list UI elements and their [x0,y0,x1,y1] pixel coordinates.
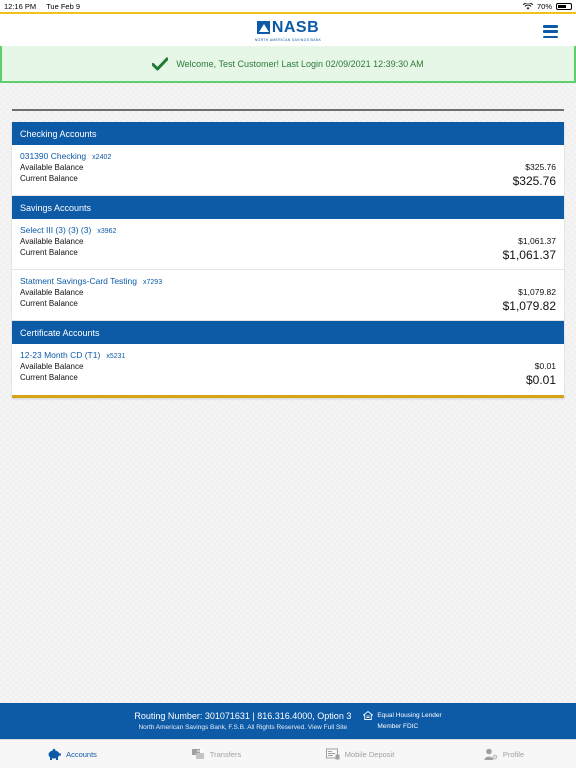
account-mask: x5231 [106,353,126,360]
equal-housing-row: Equal Housing Lender [363,710,442,721]
wifi-icon [522,2,533,9]
menu-bar [543,25,558,28]
section-header-savings: Savings Accounts [12,196,564,219]
status-time: 12:16 PM [4,1,37,11]
logo-text: NASB [271,18,320,36]
tab-accounts[interactable]: Accounts [0,748,144,760]
current-balance-value: $0.01 [525,373,556,387]
footer-main: Routing Number: 301071631 | 816.316.4000… [134,711,351,731]
account-mask: x2402 [92,154,112,161]
current-balance-value: $325.76 [512,174,556,188]
footer-side: Equal Housing Lender Member FDIC [363,710,442,732]
tab-profile[interactable]: Profile [432,748,576,760]
section-header-certificate: Certificate Accounts [12,321,564,344]
available-balance-label: Available Balance [20,362,84,371]
account-name-row: Statment Savings-Card Testing x7293 [20,276,556,286]
current-balance-label: Current Balance [20,248,78,257]
equal-housing-text: Equal Housing Lender [377,712,442,719]
account-mask: x3962 [97,228,117,235]
account-row[interactable]: 031390 Checking x2402 Available Balance … [12,145,564,196]
account-name[interactable]: Statment Savings-Card Testing [20,276,137,286]
tab-mobile-deposit[interactable]: Mobile Deposit [288,748,432,760]
tab-bar: Accounts Transfers Mobile Deposit Profil… [0,739,576,768]
nasb-logo[interactable]: NASB NORTH AMERICAN SAVINGS BANK [255,19,322,42]
status-date: Tue Feb 9 [46,1,81,11]
current-balance-label: Current Balance [20,373,78,382]
checkmark-icon [152,57,169,70]
welcome-banner: Welcome, Test Customer! Last Login 02/09… [0,46,576,83]
current-balance-label: Current Balance [20,174,78,183]
available-balance-value: $325.76 [525,162,556,172]
tab-transfers[interactable]: Transfers [144,748,288,760]
current-balance-value: $1,061.37 [502,248,556,262]
battery-icon [556,2,572,10]
welcome-message: Welcome, Test Customer! Last Login 02/09… [176,58,424,69]
divider [12,109,564,111]
account-name[interactable]: 12-23 Month CD (T1) [20,350,100,360]
section-header-checking: Checking Accounts [12,122,564,145]
available-balance-value: $0.01 [534,361,556,371]
accounts-panel: Checking Accounts 031390 Checking x2402 … [12,122,564,398]
current-balance-label: Current Balance [20,299,78,308]
member-fdic: Member FDIC [377,723,419,730]
transfer-icon [191,749,204,759]
available-balance-value: $1,079.82 [518,287,556,297]
status-bar: 12:16 PM Tue Feb 9 70% [0,0,576,12]
account-name-row: 031390 Checking x2402 [20,151,556,161]
profile-gear-icon [484,748,498,760]
hamburger-menu-icon[interactable] [543,25,558,38]
status-right: 70% [522,1,572,11]
tab-label: Profile [502,749,525,759]
app-header: NASB NORTH AMERICAN SAVINGS BANK [0,12,576,46]
legal-text[interactable]: North American Savings Bank, F.S.B. All … [134,724,351,731]
tab-label: Accounts [66,749,97,759]
account-row[interactable]: Statment Savings-Card Testing x7293 Avai… [12,270,564,321]
account-row[interactable]: 12-23 Month CD (T1) x5231 Available Bala… [12,344,564,395]
account-row[interactable]: Select III (3) (3) (3) x3962 Available B… [12,219,564,270]
equal-housing-icon [363,711,374,720]
account-mask: x7293 [143,279,163,286]
menu-bar [543,35,558,38]
available-balance-label: Available Balance [20,237,84,246]
available-balance-label: Available Balance [20,163,84,172]
logo-subtitle: NORTH AMERICAN SAVINGS BANK [254,37,322,42]
check-deposit-icon [325,748,340,760]
current-balance-value: $1,079.82 [502,299,556,313]
account-name-row: 12-23 Month CD (T1) x5231 [20,350,556,360]
footer: Routing Number: 301071631 | 816.316.4000… [0,703,576,739]
account-name[interactable]: 031390 Checking [20,151,86,161]
account-name-row: Select III (3) (3) (3) x3962 [20,225,556,235]
battery-percent: 70% [536,1,552,11]
tab-label: Mobile Deposit [344,749,395,759]
battery-fill [558,4,567,8]
account-name[interactable]: Select III (3) (3) (3) [20,225,91,235]
piggy-bank-icon [48,748,62,760]
logo-top: NASB [256,18,320,37]
routing-info[interactable]: Routing Number: 301071631 | 816.316.4000… [134,711,351,721]
available-balance-value: $1,061.37 [518,236,556,246]
logo-mark-icon [256,21,270,34]
available-balance-label: Available Balance [20,288,84,297]
menu-bar [543,30,558,33]
tab-label: Transfers [209,749,242,759]
